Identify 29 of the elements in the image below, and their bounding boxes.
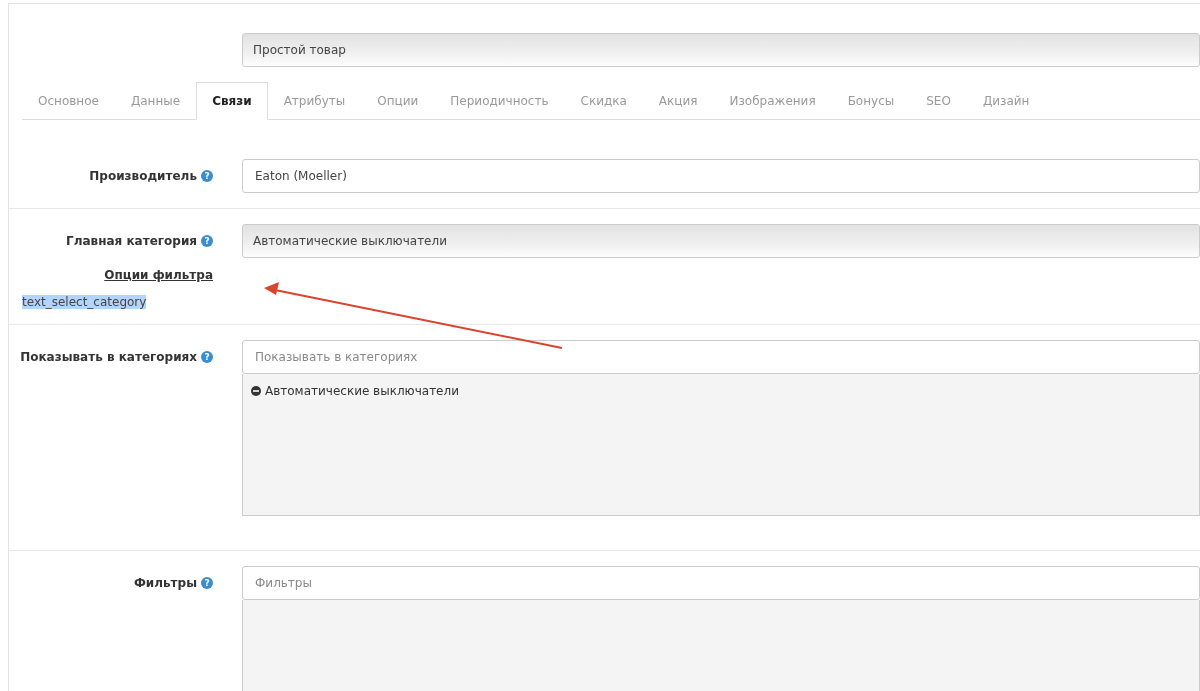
filter-options-link[interactable]: Опции фильтра bbox=[104, 268, 213, 282]
field-label: Производитель bbox=[89, 169, 197, 183]
help-icon[interactable]: ? bbox=[201, 170, 213, 182]
tab[interactable]: Бонусы bbox=[831, 82, 911, 120]
tab[interactable]: SEO bbox=[910, 82, 967, 120]
tab[interactable]: Изображения bbox=[713, 82, 832, 120]
tab[interactable]: Периодичность bbox=[434, 82, 565, 120]
select-dropdown[interactable]: Автоматические выключатели bbox=[242, 224, 1200, 258]
tab[interactable]: Связи bbox=[196, 82, 268, 120]
tab[interactable]: Дизайн bbox=[966, 82, 1046, 120]
field-label: Показывать в категориях bbox=[20, 350, 197, 364]
remove-icon[interactable] bbox=[251, 386, 261, 396]
autocomplete-input[interactable]: Фильтры bbox=[242, 566, 1200, 600]
product-type-select[interactable]: Простой товар bbox=[242, 33, 1200, 67]
help-icon[interactable]: ? bbox=[201, 235, 213, 247]
tab[interactable]: Опции bbox=[361, 82, 435, 120]
text-input[interactable]: Eaton (Moeller) bbox=[242, 159, 1200, 193]
field-label: Главная категория bbox=[66, 234, 197, 248]
tab[interactable]: Данные bbox=[114, 82, 197, 120]
tab[interactable]: Основное bbox=[22, 82, 115, 120]
autocomplete-input[interactable]: Показывать в категориях bbox=[242, 340, 1200, 374]
tab[interactable]: Скидка bbox=[564, 82, 643, 120]
help-icon[interactable]: ? bbox=[201, 577, 213, 589]
tab[interactable]: Атрибуты bbox=[267, 82, 362, 120]
field-label: Фильтры bbox=[133, 576, 197, 590]
category-tag: Автоматические выключатели bbox=[265, 384, 459, 398]
placeholder-key-text: text_select_category bbox=[22, 295, 147, 309]
tab[interactable]: Акция bbox=[642, 82, 714, 120]
help-icon[interactable]: ? bbox=[201, 351, 213, 363]
